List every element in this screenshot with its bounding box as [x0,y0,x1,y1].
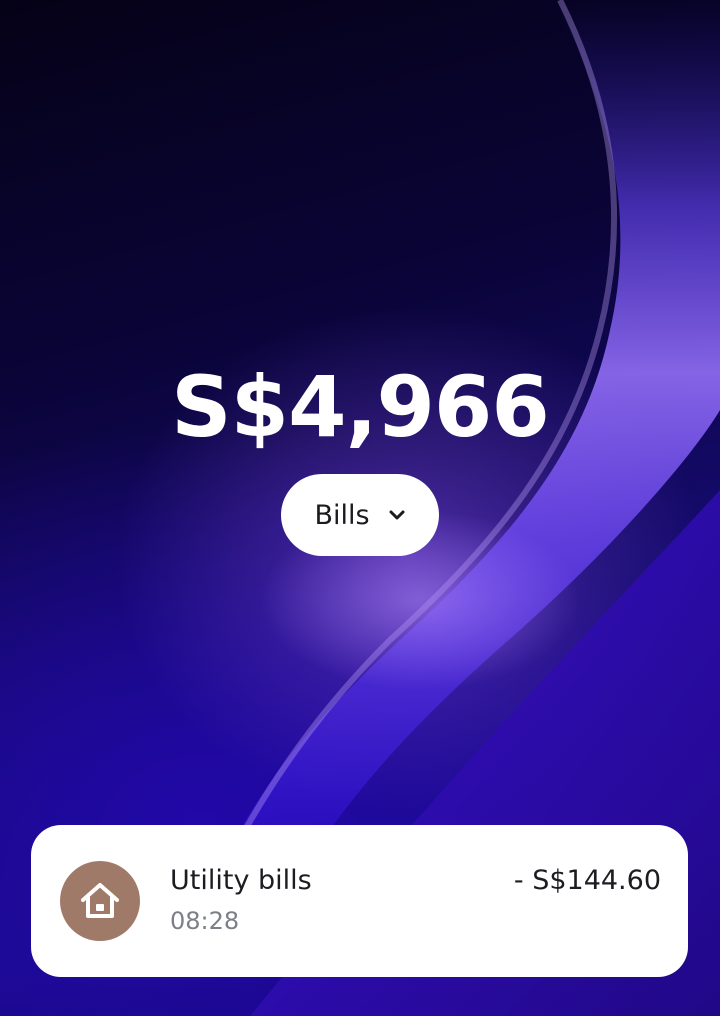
transaction-amount: - S$144.60 [513,865,661,896]
transaction-card[interactable]: Utility bills 08:28 - S$144.60 [31,825,688,977]
category-selector-button[interactable]: Bills [281,474,439,556]
transaction-time: 08:28 [170,907,240,935]
balance-amount: S$4,966 [171,358,550,456]
category-selector-label: Bills [314,499,370,531]
chevron-down-icon [389,510,405,520]
transaction-title: Utility bills [170,865,312,896]
transaction-avatar [60,861,140,941]
home-icon [81,883,119,918]
wallet-screen: S$4,966 Bills Utility bills 08:28 - S$14… [0,0,720,1016]
